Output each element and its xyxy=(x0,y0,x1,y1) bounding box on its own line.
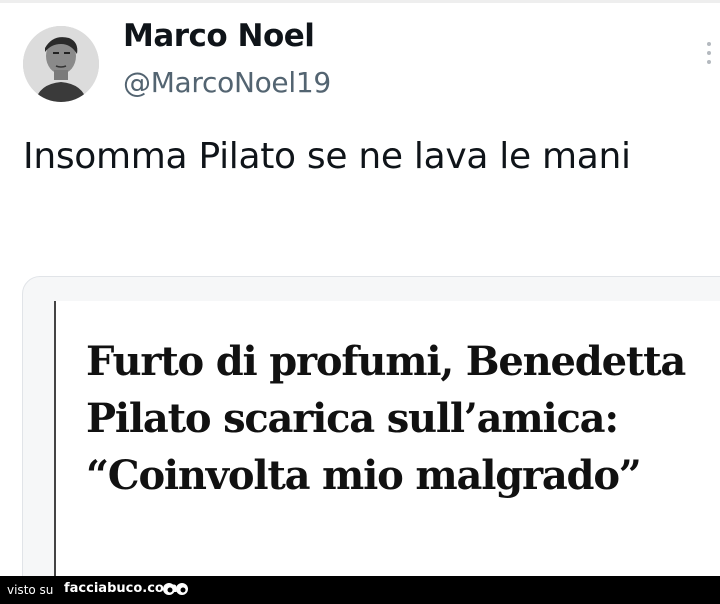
more-vertical-icon[interactable] xyxy=(703,42,715,72)
user-avatar-icon xyxy=(23,26,99,102)
footer-site-label: facciabuco.com xyxy=(64,581,178,596)
article-clipping: Furto di profumi, Benedetta Pilato scari… xyxy=(54,301,720,597)
eyes-icon xyxy=(163,583,188,595)
display-name[interactable]: Marco Noel xyxy=(123,18,315,54)
tweet-text: Insomma Pilato se ne lava le mani xyxy=(23,136,631,177)
watermark-footer: visto su facciabuco.com xyxy=(0,576,720,604)
footer-visto-label: visto su xyxy=(7,583,54,597)
user-handle[interactable]: @MarcoNoel19 xyxy=(123,66,331,99)
article-card[interactable]: Furto di profumi, Benedetta Pilato scari… xyxy=(22,276,720,598)
article-headline: Furto di profumi, Benedetta Pilato scari… xyxy=(86,338,686,499)
top-divider xyxy=(0,0,720,3)
avatar[interactable] xyxy=(23,26,99,102)
